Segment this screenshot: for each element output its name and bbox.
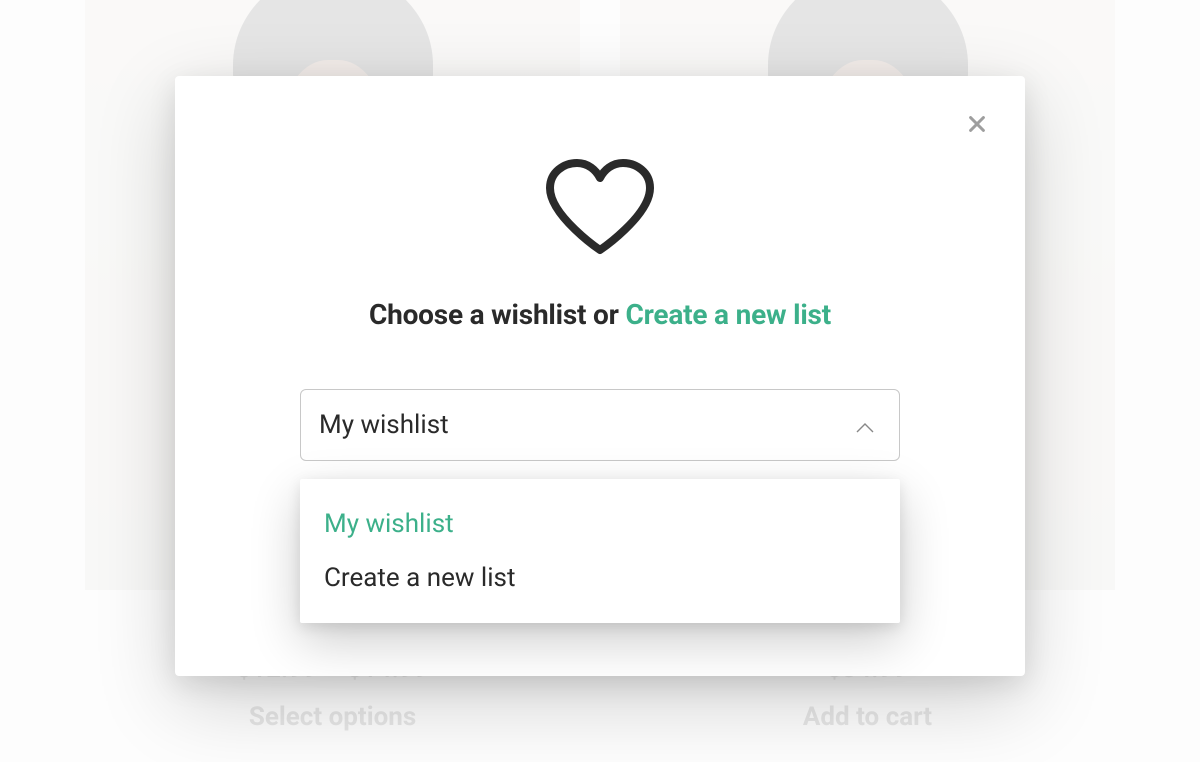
wishlist-select-trigger[interactable]: My wishlist (300, 389, 900, 461)
modal-heading: Choose a wishlist or Create a new list (369, 298, 831, 331)
wishlist-modal: Choose a wishlist or Create a new list M… (175, 76, 1025, 676)
chevron-up-icon (855, 419, 875, 431)
close-icon (966, 113, 988, 135)
heading-text: Choose a wishlist or (369, 298, 626, 331)
dropdown-option[interactable]: My wishlist (300, 497, 900, 551)
selected-value: My wishlist (319, 410, 449, 440)
close-button[interactable] (963, 110, 991, 138)
heart-icon (540, 158, 660, 258)
wishlist-select: My wishlist My wishlist Create a new lis… (300, 389, 900, 461)
dropdown-option[interactable]: Create a new list (300, 551, 900, 605)
create-new-list-link[interactable]: Create a new list (625, 298, 831, 331)
wishlist-dropdown: My wishlist Create a new list (300, 479, 900, 623)
